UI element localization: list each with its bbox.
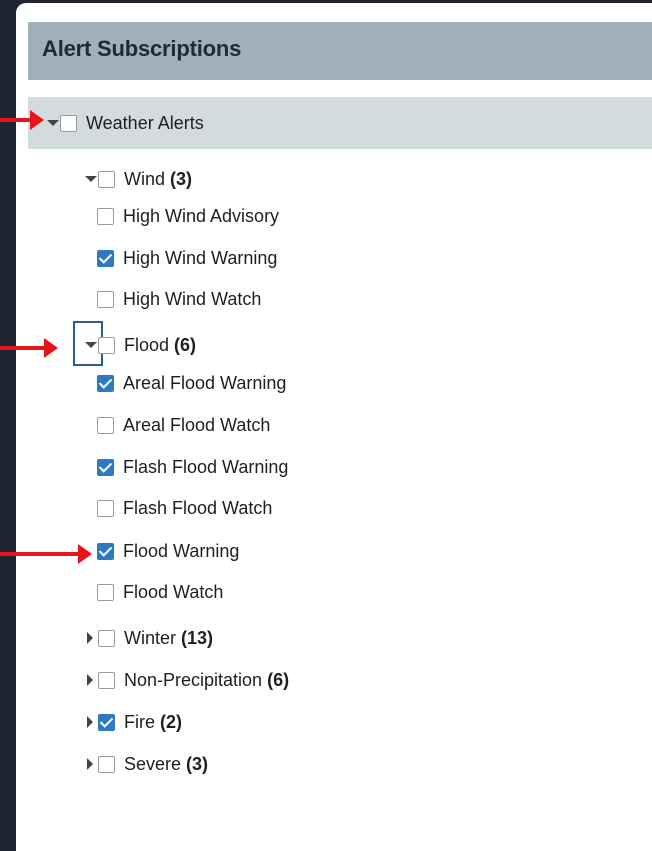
expand-toggle-icon[interactable] xyxy=(84,631,98,645)
high-wind-advisory-checkbox[interactable] xyxy=(97,207,114,225)
non-precipitation-checkbox[interactable] xyxy=(98,671,115,689)
high-wind-warning-checkbox[interactable] xyxy=(97,249,114,267)
tree-leaf-flash-flood-watch[interactable]: Flash Flood Watch xyxy=(97,494,272,522)
expand-toggle-icon[interactable] xyxy=(84,338,98,352)
tree-leaf-high-wind-watch[interactable]: High Wind Watch xyxy=(97,285,261,313)
page-title: Alert Subscriptions xyxy=(42,36,242,61)
tree-leaf-label: Flood Watch xyxy=(123,581,224,602)
areal-flood-watch-checkbox[interactable] xyxy=(97,416,114,434)
tree-node-flood[interactable]: Flood (6) xyxy=(84,331,196,359)
fire-checkbox[interactable] xyxy=(98,713,115,731)
tree-node-count: (3) xyxy=(170,168,193,189)
high-wind-watch-checkbox[interactable] xyxy=(97,290,114,308)
tree-leaf-label: High Wind Warning xyxy=(123,247,278,268)
tree-node-label: Non-Precipitation xyxy=(124,669,263,690)
tree-leaf-flood-warning[interactable]: Flood Warning xyxy=(97,537,239,565)
tree-leaf-label: Flash Flood Warning xyxy=(123,456,289,477)
tree-node-fire[interactable]: Fire (2) xyxy=(84,708,182,736)
flood-checkbox[interactable] xyxy=(98,336,115,354)
tree-leaf-flood-watch[interactable]: Flood Watch xyxy=(97,578,223,606)
winter-checkbox[interactable] xyxy=(98,629,115,647)
tree-node-label: Winter xyxy=(124,627,177,648)
tree-node-count: (6) xyxy=(267,669,290,690)
flood-watch-checkbox[interactable] xyxy=(97,583,114,601)
annotation-arrow-icon xyxy=(0,110,44,130)
flash-flood-watch-checkbox[interactable] xyxy=(97,499,114,517)
panel-header: Alert Subscriptions xyxy=(28,22,652,80)
tree-node-label: Fire xyxy=(124,711,155,732)
tree-leaf-areal-flood-warning[interactable]: Areal Flood Warning xyxy=(97,369,286,397)
tree-node-count: (6) xyxy=(174,334,197,355)
tree-leaf-flash-flood-warning[interactable]: Flash Flood Warning xyxy=(97,453,288,481)
tree-node-non-precipitation[interactable]: Non-Precipitation (6) xyxy=(84,666,289,694)
tree-leaf-high-wind-warning[interactable]: High Wind Warning xyxy=(97,244,277,272)
annotation-arrow-icon xyxy=(0,338,60,358)
tree-node-weather-alerts[interactable]: Weather Alerts xyxy=(46,109,204,137)
severe-checkbox[interactable] xyxy=(98,755,115,773)
flash-flood-warning-checkbox[interactable] xyxy=(97,458,114,476)
tree-leaf-label: Flood Warning xyxy=(123,540,240,561)
tree-leaf-label: High Wind Watch xyxy=(123,288,262,309)
tree-node-winter[interactable]: Winter (13) xyxy=(84,624,213,652)
tree-node-wind[interactable]: Wind (3) xyxy=(84,165,192,193)
weather-alerts-checkbox[interactable] xyxy=(60,114,77,132)
alert-subscriptions-panel: Alert Subscriptions Weather Alerts Wind … xyxy=(16,3,652,851)
expand-toggle-icon[interactable] xyxy=(84,673,98,687)
expand-toggle-icon[interactable] xyxy=(84,757,98,771)
tree-node-count: (2) xyxy=(160,711,182,732)
expand-toggle-icon[interactable] xyxy=(84,715,98,729)
tree-node-severe[interactable]: Severe (3) xyxy=(84,750,208,778)
expand-toggle-icon[interactable] xyxy=(46,116,60,130)
areal-flood-warning-checkbox[interactable] xyxy=(97,374,114,392)
tree-node-label: Flood xyxy=(124,334,170,355)
tree-leaf-label: Flash Flood Watch xyxy=(123,497,273,518)
tree-node-label: Weather Alerts xyxy=(86,112,204,133)
tree-leaf-label: Areal Flood Watch xyxy=(123,414,271,435)
tree-node-count: (3) xyxy=(186,753,209,774)
tree-leaf-high-wind-advisory[interactable]: High Wind Advisory xyxy=(97,202,279,230)
flood-warning-checkbox[interactable] xyxy=(97,542,114,560)
tree-node-label: Severe xyxy=(124,753,182,774)
tree-leaf-label: High Wind Advisory xyxy=(123,205,280,226)
tree-leaf-label: Areal Flood Warning xyxy=(123,372,287,393)
wind-checkbox[interactable] xyxy=(98,170,115,188)
tree-node-count: (13) xyxy=(181,627,214,648)
tree-leaf-areal-flood-watch[interactable]: Areal Flood Watch xyxy=(97,411,270,439)
annotation-arrow-icon xyxy=(0,544,94,564)
expand-toggle-icon[interactable] xyxy=(84,172,98,186)
tree-node-label: Wind xyxy=(124,168,166,189)
